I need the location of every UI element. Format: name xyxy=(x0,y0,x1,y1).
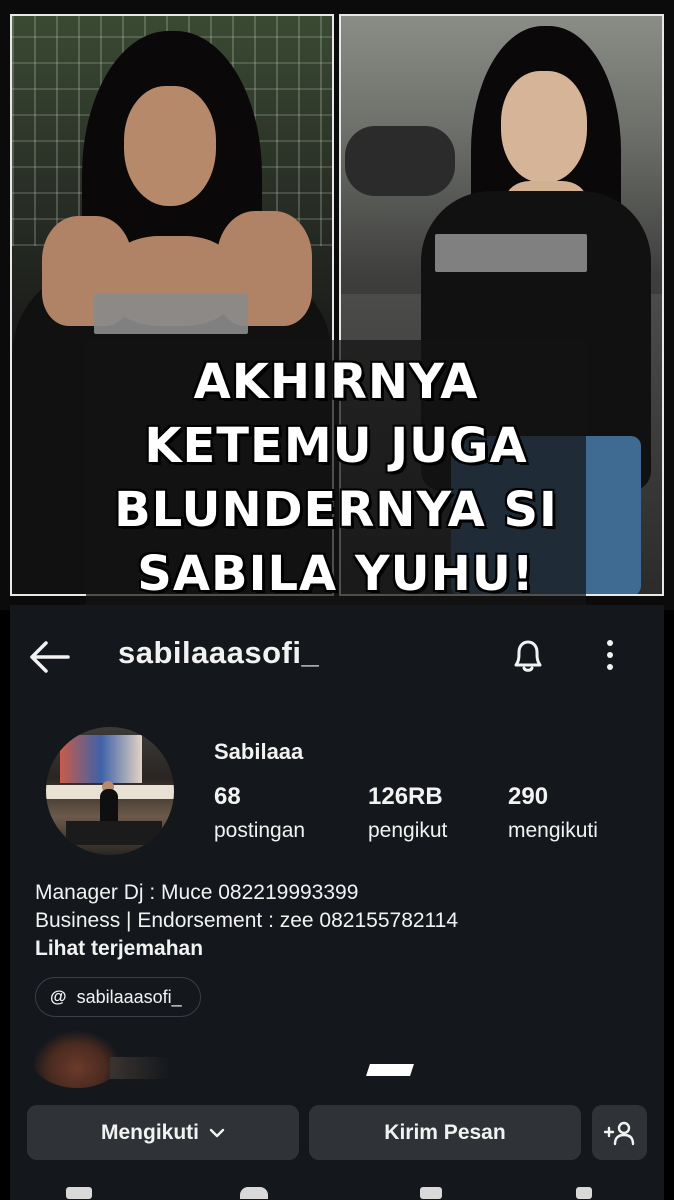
stat-followers-value: 126RB xyxy=(368,783,443,810)
send-message-label: Kirim Pesan xyxy=(384,1120,506,1144)
redaction-mark xyxy=(366,1064,414,1076)
suggest-people-button[interactable] xyxy=(592,1105,647,1160)
stat-posts-label: postingan xyxy=(214,819,306,842)
stat-posts[interactable]: 68 postingan xyxy=(214,783,305,843)
caption-line: KETEMU JUGA xyxy=(144,418,528,474)
stat-posts-value: 68 xyxy=(214,783,241,810)
caption-line: BLUNDERNYA SI xyxy=(114,482,558,538)
stat-followers-label: pengikut xyxy=(368,819,448,842)
display-name: Sabilaaa xyxy=(214,739,304,764)
top-bar: sabilaaasofi_ xyxy=(10,633,664,681)
censor-bar xyxy=(435,234,587,272)
story-highlight[interactable] xyxy=(32,1030,122,1088)
add-person-icon xyxy=(603,1121,634,1145)
bell-icon[interactable] xyxy=(508,635,548,675)
send-message-button[interactable]: Kirim Pesan xyxy=(309,1105,581,1160)
more-vertical-icon[interactable] xyxy=(598,637,622,673)
blurred-text xyxy=(110,1057,170,1079)
threads-handle: sabilaaasofi_ xyxy=(76,986,182,1007)
avatar[interactable] xyxy=(46,727,174,855)
bio-line: Business | Endorsement : zee 08215578211… xyxy=(35,909,459,932)
stat-followers[interactable]: 126RB pengikut xyxy=(368,783,447,843)
following-button-label: Mengikuti xyxy=(101,1120,199,1144)
profile-panel: sabilaaasofi_ Sabilaaa 68 postingan 126R… xyxy=(10,605,664,1200)
bio-line: Manager Dj : Muce 082219993399 xyxy=(35,881,359,904)
threads-badge[interactable]: @ sabilaaasofi_ xyxy=(35,977,201,1017)
back-arrow-icon[interactable] xyxy=(28,639,72,675)
stat-following[interactable]: 290 mengikuti xyxy=(508,783,598,843)
following-button[interactable]: Mengikuti xyxy=(27,1105,299,1160)
threads-icon: @ xyxy=(50,987,67,1006)
stat-following-label: mengikuti xyxy=(508,819,598,842)
censor-bar xyxy=(94,294,248,334)
see-translation-link[interactable]: Lihat terjemahan xyxy=(35,935,458,963)
bio: Manager Dj : Muce 082219993399 Business … xyxy=(35,879,458,963)
chevron-down-icon xyxy=(209,1128,225,1137)
profile-username: sabilaaasofi_ xyxy=(118,635,320,670)
caption-line: SABILA YUHU! xyxy=(137,546,535,602)
stat-following-value: 290 xyxy=(508,783,549,810)
headline-caption: AKHIRNYA KETEMU JUGA BLUNDERNYA SI SABIL… xyxy=(86,350,586,606)
caption-line: AKHIRNYA xyxy=(193,354,479,410)
bottom-tab-bar-partial xyxy=(10,1183,664,1200)
